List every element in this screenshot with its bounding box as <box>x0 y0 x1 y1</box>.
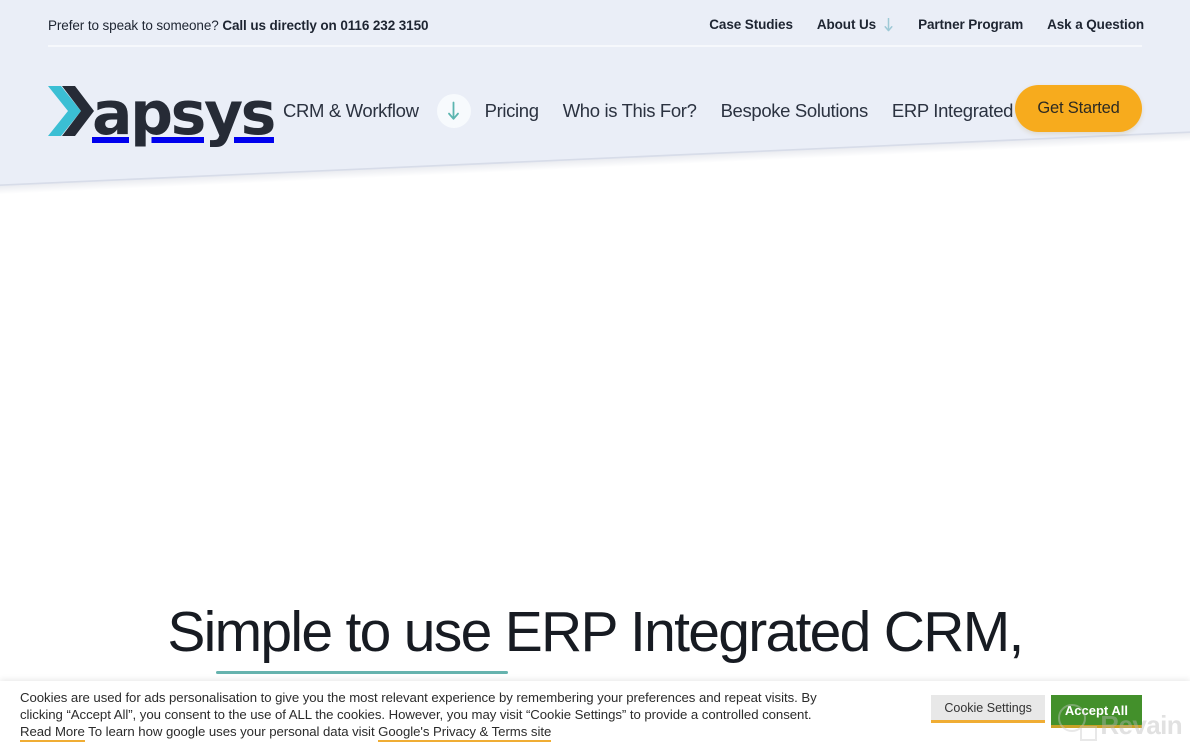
nav-item-pricing[interactable]: Pricing <box>485 100 563 122</box>
cookie-settings-button[interactable]: Cookie Settings <box>931 695 1045 723</box>
cookie-banner-actions: Cookie Settings Accept All <box>931 695 1142 728</box>
nav-item-bespoke-solutions[interactable]: Bespoke Solutions <box>721 100 892 122</box>
arrow-down-circle-icon[interactable] <box>436 94 471 128</box>
main-navigation: apsys CRM & Workflow Pricing Who is This… <box>0 62 1190 154</box>
logo-wordmark: apsys <box>92 79 276 149</box>
utility-link-ask-a-question[interactable]: Ask a Question <box>1035 17 1144 32</box>
hero-underline-accent <box>216 671 508 674</box>
utility-bar: Prefer to speak to someone? Call us dire… <box>0 0 1190 46</box>
nav-item-label: CRM & Workflow <box>283 100 419 121</box>
site-logo[interactable]: apsys <box>48 76 276 149</box>
cookie-text-part-1: Cookies are used for ads personalisation… <box>20 690 817 723</box>
contact-phone-text[interactable]: Call us directly on 0116 232 3150 <box>222 18 428 33</box>
nav-links: CRM & Workflow Pricing Who is This For? … <box>283 94 1115 128</box>
page-root: Prefer to speak to someone? Call us dire… <box>0 0 1190 753</box>
cookie-text-part-2: To learn how google uses your personal d… <box>84 724 379 740</box>
contact-info: Prefer to speak to someone? Call us dire… <box>48 18 428 33</box>
get-started-button[interactable]: Get Started <box>1015 85 1142 132</box>
nav-item-crm-workflow[interactable]: CRM & Workflow <box>283 100 429 122</box>
utility-link-partner-program[interactable]: Partner Program <box>906 17 1035 32</box>
accept-all-cookies-button[interactable]: Accept All <box>1050 695 1142 728</box>
cookie-consent-text: Cookies are used for ads personalisation… <box>20 689 820 743</box>
utility-nav: Case Studies About Us Partner Program As… <box>697 17 1144 32</box>
nav-item-label: Bespoke Solutions <box>720 100 869 121</box>
hero-section: Simple to use ERP Integrated CRM, <box>0 595 1190 674</box>
utility-link-label: Case Studies <box>709 17 793 32</box>
contact-prefix-text: Prefer to speak to someone? <box>48 18 219 33</box>
cookie-consent-banner: Cookies are used for ads personalisation… <box>0 681 1190 753</box>
arrow-down-icon <box>883 17 894 33</box>
page-title: Simple to use ERP Integrated CRM, <box>167 600 1024 664</box>
utility-link-about-us[interactable]: About Us <box>805 17 906 32</box>
google-privacy-terms-link[interactable]: Google's Privacy & Terms site <box>378 724 551 743</box>
utility-link-label: Ask a Question <box>1047 17 1144 32</box>
nav-item-who-is-this-for[interactable]: Who is This For? <box>563 100 721 122</box>
utility-link-label: Partner Program <box>918 17 1024 32</box>
utility-link-label: About Us <box>816 17 877 32</box>
logo-x-icon <box>48 82 94 140</box>
nav-item-label: Who is This For? <box>562 100 697 121</box>
nav-item-label: Pricing <box>484 100 539 121</box>
cookie-read-more-link[interactable]: Read More <box>20 724 85 743</box>
utility-link-case-studies[interactable]: Case Studies <box>697 17 805 32</box>
